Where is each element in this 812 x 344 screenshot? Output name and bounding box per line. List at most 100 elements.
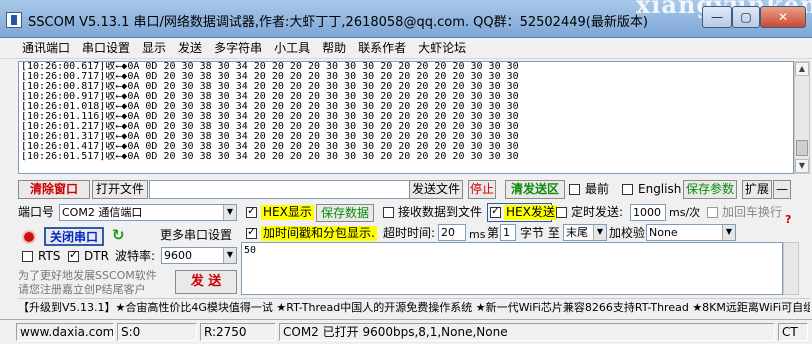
hex-send-label: HEX发送	[504, 205, 557, 220]
receive-line: [10:26:01.116]收←◆0A 0D 20 30 38 30 34 20…	[21, 112, 519, 122]
menu-item[interactable]: 大虾论坛	[412, 38, 472, 58]
rts-checkbox[interactable]	[22, 251, 33, 262]
promo-text-2: 请您注册嘉立创P结尾客户	[18, 283, 146, 296]
recv-to-file-label: 接收数据到文件	[398, 205, 483, 219]
chevron-down-icon[interactable]: ▼	[593, 225, 606, 240]
dtr-checkbox[interactable]	[68, 248, 79, 262]
english-checkbox[interactable]	[622, 184, 633, 195]
send-scrollbar[interactable]	[783, 242, 799, 295]
interval-input[interactable]: 1000	[630, 204, 666, 221]
chevron-down-icon[interactable]: ▼	[223, 205, 236, 220]
status-port-info: COM2 已打开 9600bps,8,1,None,None	[279, 323, 775, 341]
baud-label: 波特率:	[115, 249, 156, 263]
file-path-input[interactable]	[149, 180, 425, 199]
byte-label-2: 字节 至	[520, 226, 560, 240]
collapse-button[interactable]: —	[773, 180, 791, 199]
status-received-count: R:2750	[200, 323, 276, 341]
byte-start-input[interactable]: 1	[500, 224, 516, 241]
receive-line: [10:26:01.217]收←◆0A 0D 20 30 38 30 34 20…	[21, 122, 519, 132]
byte-end-select[interactable]: 末尾 ▼	[563, 224, 607, 241]
menu-item[interactable]: 多字符串	[208, 38, 268, 58]
expand-button[interactable]: 扩展	[742, 180, 772, 199]
port-label: 端口号	[18, 205, 55, 219]
help-icon[interactable]: ?	[785, 212, 791, 227]
topmost-checkbox[interactable]	[569, 184, 580, 195]
timeout-label: 超时时间:	[383, 226, 436, 240]
app-icon	[6, 12, 22, 28]
receive-scrollbar[interactable]: ▲ ▼	[794, 61, 810, 174]
menu-item[interactable]: 发送	[172, 38, 208, 58]
news-ticker[interactable]: 【升级到V5.13.1】★合宙高性价比4G模块值得一试 ★RT-Thread中国…	[18, 298, 810, 316]
menu-item[interactable]: 联系作者	[352, 38, 412, 58]
menu-item[interactable]: 通讯端口	[16, 38, 76, 58]
refresh-icon[interactable]: ↻	[112, 226, 125, 244]
checksum-value: None	[649, 226, 678, 239]
timestamp-checkbox[interactable]	[246, 225, 257, 239]
baud-select[interactable]: 9600 ▼	[161, 247, 237, 264]
save-params-button[interactable]: 保存参数	[683, 180, 737, 199]
send-button[interactable]: 发 送	[175, 270, 237, 294]
send-file-button[interactable]: 发送文件	[409, 180, 463, 199]
checksum-select[interactable]: None ▼	[646, 224, 736, 241]
hex-display-label: HEX显示	[261, 205, 314, 220]
send-text-area[interactable]: 50	[241, 242, 783, 295]
recv-to-file-checkbox[interactable]	[383, 207, 394, 218]
save-data-button[interactable]: 保存数据	[316, 204, 374, 222]
menu-item[interactable]: 显示	[136, 38, 172, 58]
newline-checkbox[interactable]	[707, 207, 718, 218]
hex-display-checkbox[interactable]	[246, 204, 257, 218]
close-port-button[interactable]: 关闭串口	[44, 227, 104, 246]
window-title: SSCOM V5.13.1 串口/网络数据调试器,作者:大虾丁丁,2618058…	[28, 15, 648, 30]
checksum-label: 加校验	[609, 226, 646, 240]
receive-line: [10:26:00.717]收←◆0A 0D 20 30 38 30 34 20…	[21, 72, 519, 82]
receive-line: [10:26:01.317]收←◆0A 0D 20 30 38 30 34 20…	[21, 132, 519, 142]
timeout-input[interactable]: 20	[438, 224, 466, 241]
hex-send-checkbox[interactable]	[490, 204, 501, 218]
maximize-button[interactable]: ▢	[732, 6, 760, 28]
menu-item[interactable]: 帮助	[316, 38, 352, 58]
timed-send-checkbox[interactable]	[556, 207, 567, 218]
promo-text: 为了更好地发展SSCOM软件	[18, 269, 157, 282]
chevron-down-icon[interactable]: ▼	[223, 248, 236, 263]
receive-line: [10:26:01.018]收←◆0A 0D 20 30 38 30 34 20…	[21, 102, 519, 112]
close-button[interactable]: ✕	[760, 6, 806, 28]
timeout-unit: ms	[469, 228, 486, 241]
stop-button[interactable]: 停止	[468, 180, 496, 199]
status-bar: www.daxia.com S:0 R:2750 COM2 已打开 9600bp…	[0, 319, 812, 344]
topmost-label: 最前	[585, 182, 610, 196]
receive-line: [10:26:01.517]收←◆0A 0D 20 30 38 30 34 20…	[21, 152, 519, 162]
byte-label-1: 第	[487, 226, 500, 240]
interval-unit: ms/次	[669, 206, 701, 219]
menu-item[interactable]: 小工具	[268, 38, 316, 58]
receive-line: [10:26:01.417]收←◆0A 0D 20 30 38 30 34 20…	[21, 142, 519, 152]
rts-label: RTS	[38, 249, 61, 263]
status-cts: CT	[778, 323, 808, 341]
port-select[interactable]: COM2 通信端口 ▼	[59, 204, 237, 221]
english-label: English	[638, 182, 682, 196]
receive-line: [10:26:00.917]收←◆0A 0D 20 30 38 30 34 20…	[21, 92, 519, 102]
menu-item[interactable]: 串口设置	[76, 38, 136, 58]
chevron-down-icon[interactable]: ▼	[722, 225, 735, 240]
menu-bar: 通讯端口 串口设置 显示 发送 多字符串 小工具 帮助 联系作者 大虾论坛	[0, 38, 812, 59]
receive-toolbar: 清除窗口 打开文件 发送文件 停止 清发送区 最前 English 保存参数 扩…	[18, 180, 810, 199]
byte-end-value: 末尾	[566, 226, 588, 239]
scroll-up-icon[interactable]: ▲	[795, 62, 809, 76]
clear-window-button[interactable]: 清除窗口	[18, 180, 90, 199]
status-site-link[interactable]: www.daxia.com	[16, 323, 114, 341]
status-sent-count: S:0	[117, 323, 197, 341]
timed-send-label: 定时发送:	[571, 205, 624, 219]
scroll-down-icon[interactable]: ▼	[795, 159, 809, 173]
scroll-thumb[interactable]	[796, 140, 808, 156]
receive-area[interactable]: [10:26:00.617]收←◆0A 0D 20 30 38 30 34 20…	[18, 61, 794, 174]
port-select-value: COM2 通信端口	[62, 206, 143, 219]
receive-line: [10:26:00.617]收←◆0A 0D 20 30 38 30 34 20…	[21, 62, 519, 72]
port-status-icon	[22, 230, 36, 244]
send-text: 50	[244, 245, 257, 256]
app-window: SSCOM V5.13.1 串口/网络数据调试器,作者:大虾丁丁,2618058…	[0, 0, 812, 344]
more-settings-link[interactable]: 更多串口设置	[160, 228, 232, 243]
receive-line: [10:26:00.817]收←◆0A 0D 20 30 38 30 34 20…	[21, 82, 519, 92]
minimize-button[interactable]: —	[702, 6, 732, 28]
clear-send-button[interactable]: 清发送区	[505, 180, 565, 199]
baud-select-value: 9600	[164, 249, 192, 262]
open-file-button[interactable]: 打开文件	[92, 180, 148, 199]
